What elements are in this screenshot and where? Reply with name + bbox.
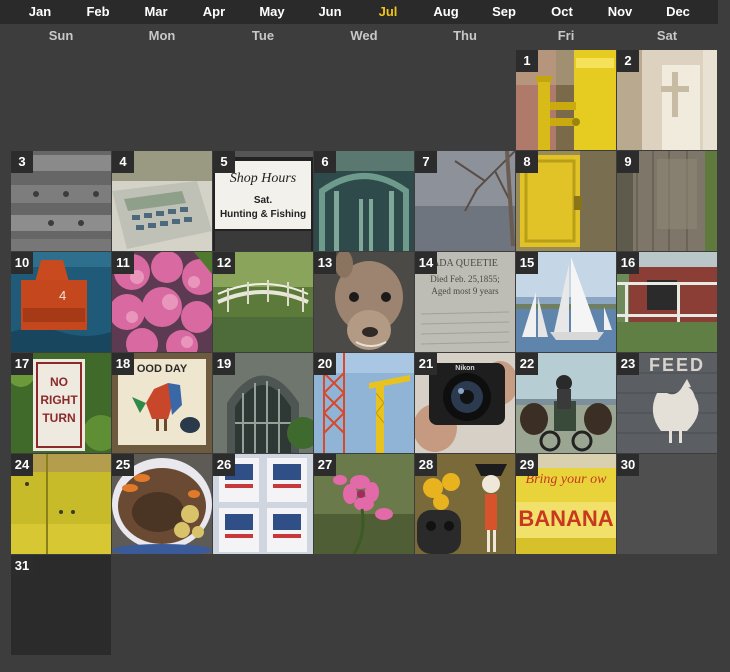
day-number: 14 — [415, 252, 437, 274]
day-number: 31 — [11, 555, 33, 577]
day-cell-1[interactable]: 1 — [516, 50, 616, 150]
day-cell-25[interactable]: 25 — [112, 454, 212, 554]
day-number: 13 — [314, 252, 336, 274]
day-number: 24 — [11, 454, 33, 476]
day-number: 6 — [314, 151, 336, 173]
day-cell-2[interactable]: 2 — [617, 50, 717, 150]
day-cell-17[interactable]: NO RIGHT TURN 17 — [11, 353, 111, 453]
day-cell-4[interactable]: 4 — [112, 151, 212, 251]
day-cell-23[interactable]: FEED 23 — [617, 353, 717, 453]
day-number: 18 — [112, 353, 134, 375]
day-number: 16 — [617, 252, 639, 274]
day-cell-9[interactable]: 9 — [617, 151, 717, 251]
day-number: 2 — [617, 50, 639, 72]
photo-caption: BANANA — [518, 506, 614, 531]
day-number: 12 — [213, 252, 235, 274]
day-cell-18[interactable]: OOD DAY 18 — [112, 353, 212, 453]
day-number: 5 — [213, 151, 235, 173]
day-cell-12[interactable]: 12 — [213, 252, 313, 352]
day-number: 23 — [617, 353, 639, 375]
photo-caption: Died Feb. 25,1855; — [430, 274, 500, 284]
day-number: 8 — [516, 151, 538, 173]
day-number: 29 — [516, 454, 538, 476]
day-cell-10[interactable]: 4 10 — [11, 252, 111, 352]
day-number: 28 — [415, 454, 437, 476]
day-number: 1 — [516, 50, 538, 72]
day-number: 7 — [415, 151, 437, 173]
photo-caption: Nikon — [455, 365, 475, 372]
calendar-grid: 1 2 3 4 Shop Hours Sat. Hunting & Fishin… — [0, 0, 730, 672]
day-cell-11[interactable]: 11 — [112, 252, 212, 352]
day-number: 22 — [516, 353, 538, 375]
photo-caption: TURN — [42, 411, 76, 425]
photo-caption: NO — [50, 375, 68, 389]
day-cell-14[interactable]: ADA QUEETIE Died Feb. 25,1855; Aged most 9… — [415, 252, 515, 352]
photo-caption: Hunting & Fishing — [219, 209, 307, 220]
day-number: 3 — [11, 151, 33, 173]
day-cell-26[interactable]: 26 — [213, 454, 313, 554]
day-cell-8[interactable]: 8 — [516, 151, 616, 251]
day-cell-20[interactable]: 20 — [314, 353, 414, 453]
day-cell-31[interactable]: 31 — [11, 555, 111, 655]
day-cell-21[interactable]: Nikon 21 — [415, 353, 515, 453]
day-cell-16[interactable]: 16 — [617, 252, 717, 352]
day-cell-6[interactable]: 6 — [314, 151, 414, 251]
day-number: 30 — [617, 454, 639, 476]
day-number: 25 — [112, 454, 134, 476]
day-cell-27[interactable]: 27 — [314, 454, 414, 554]
day-cell-3[interactable]: 3 — [11, 151, 111, 251]
day-cell-19[interactable]: 19 — [213, 353, 313, 453]
day-cell-15[interactable]: 15 — [516, 252, 616, 352]
day-number: 9 — [617, 151, 639, 173]
day-cell-29[interactable]: Bring your ow BANANA 29 — [516, 454, 616, 554]
day-number: 21 — [415, 353, 437, 375]
day-cell-13[interactable]: 13 — [314, 252, 414, 352]
day-number: 26 — [213, 454, 235, 476]
day-cell-24[interactable]: 24 — [11, 454, 111, 554]
day-cell-30[interactable]: 30 — [617, 454, 717, 554]
day-cell-28[interactable]: 28 — [415, 454, 515, 554]
photo-caption: RIGHT — [40, 393, 78, 407]
calendar-app: Jan Feb Mar Apr May Jun Jul Aug Sep Oct Nov Dec Sun… — [0, 0, 730, 672]
photo-caption: Aged most 9 years — [431, 286, 499, 296]
day-cell-7[interactable]: 7 — [415, 151, 515, 251]
day-number: 15 — [516, 252, 538, 274]
day-number: 20 — [314, 353, 336, 375]
photo-caption: FEED — [648, 355, 705, 375]
photo-caption: Shop Hours — [229, 171, 297, 186]
day-cell-5[interactable]: Shop Hours Sat. Hunting & Fishing 5 — [213, 151, 313, 251]
svg-text:4: 4 — [59, 288, 66, 303]
day-number: 4 — [112, 151, 134, 173]
day-number: 27 — [314, 454, 336, 476]
day-number: 19 — [213, 353, 235, 375]
day-number: 17 — [11, 353, 33, 375]
day-number: 11 — [112, 252, 134, 274]
day-number: 10 — [11, 252, 33, 274]
photo-caption: Sat. — [253, 195, 273, 206]
day-cell-22[interactable]: 22 — [516, 353, 616, 453]
